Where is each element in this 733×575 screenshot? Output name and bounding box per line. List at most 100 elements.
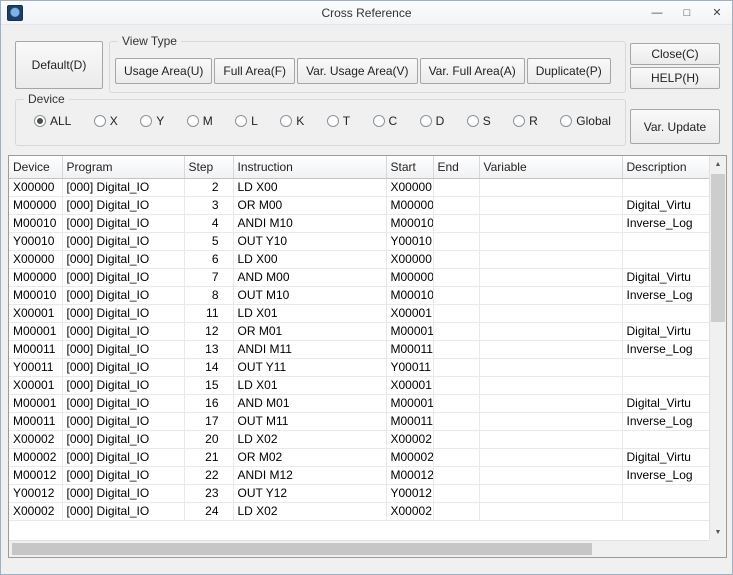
device-radio-d[interactable]: D [420, 114, 445, 128]
view-type-button-usage-area-u[interactable]: Usage Area(U) [115, 58, 212, 84]
table-body: X00000[000] Digital_IO2LD X00X00000M0000… [9, 178, 711, 520]
table-row[interactable]: X00002[000] Digital_IO20LD X02X00002 [9, 430, 711, 448]
view-type-button-duplicate-p[interactable]: Duplicate(P) [527, 58, 611, 84]
cell-program: [000] Digital_IO [62, 250, 184, 268]
minimize-icon[interactable]: — [642, 1, 672, 24]
cell-device: M00002 [9, 448, 62, 466]
device-radio-t[interactable]: T [327, 114, 350, 128]
column-header-variable[interactable]: Variable [479, 156, 622, 178]
cell-variable [479, 430, 622, 448]
cell-step: 12 [184, 322, 233, 340]
default-button[interactable]: Default(D) [15, 41, 103, 89]
table-row[interactable]: Y00012[000] Digital_IO23OUT Y12Y00012 [9, 484, 711, 502]
table-row[interactable]: M00001[000] Digital_IO12OR M01M00001Digi… [9, 322, 711, 340]
table-row[interactable]: M00000[000] Digital_IO7AND M00M00000Digi… [9, 268, 711, 286]
device-radio-y[interactable]: Y [140, 114, 164, 128]
device-radio-r[interactable]: R [513, 114, 538, 128]
help-button[interactable]: HELP(H) [630, 67, 720, 89]
table-row[interactable]: Y00010[000] Digital_IO5OUT Y10Y00010 [9, 232, 711, 250]
cell-step: 11 [184, 304, 233, 322]
table-row[interactable]: X00000[000] Digital_IO2LD X00X00000 [9, 178, 711, 196]
cell-variable [479, 286, 622, 304]
device-radio-label: ALL [50, 114, 71, 128]
device-radio-all[interactable]: ALL [34, 114, 71, 128]
table-row[interactable]: X00000[000] Digital_IO6LD X00X00000 [9, 250, 711, 268]
table-row[interactable]: M00010[000] Digital_IO4ANDI M10M00010Inv… [9, 214, 711, 232]
table-row[interactable]: M00002[000] Digital_IO21OR M02M00002Digi… [9, 448, 711, 466]
view-type-button-full-area-f[interactable]: Full Area(F) [214, 58, 295, 84]
horizontal-scroll-thumb[interactable] [12, 543, 592, 555]
cell-variable [479, 250, 622, 268]
cell-end [433, 358, 479, 376]
cell-program: [000] Digital_IO [62, 178, 184, 196]
cell-variable [479, 232, 622, 250]
device-radio-m[interactable]: M [187, 114, 213, 128]
device-radio-c[interactable]: C [373, 114, 398, 128]
column-header-instruction[interactable]: Instruction [233, 156, 386, 178]
var-update-button[interactable]: Var. Update [630, 109, 720, 144]
column-header-start[interactable]: Start [386, 156, 433, 178]
cell-device: M00000 [9, 268, 62, 286]
view-type-button-var-full-area-a[interactable]: Var. Full Area(A) [420, 58, 525, 84]
cell-device: M00011 [9, 340, 62, 358]
cell-end [433, 322, 479, 340]
table-row[interactable]: M00012[000] Digital_IO22ANDI M12M00012In… [9, 466, 711, 484]
cell-device: X00002 [9, 502, 62, 520]
column-header-description[interactable]: Description [622, 156, 711, 178]
cell-program: [000] Digital_IO [62, 430, 184, 448]
column-header-program[interactable]: Program [62, 156, 184, 178]
cell-start: Y00012 [386, 484, 433, 502]
cell-description: Digital_Virtu [622, 322, 711, 340]
close-icon[interactable]: ✕ [702, 1, 732, 24]
scroll-down-icon[interactable]: ▼ [710, 524, 726, 540]
vertical-scrollbar[interactable]: ▲ ▼ [709, 156, 726, 540]
cell-step: 6 [184, 250, 233, 268]
device-radio-global[interactable]: Global [560, 114, 611, 128]
cell-instruction: ANDI M10 [233, 214, 386, 232]
cell-step: 7 [184, 268, 233, 286]
cell-end [433, 412, 479, 430]
table-row[interactable]: M00001[000] Digital_IO16AND M01M00001Dig… [9, 394, 711, 412]
column-header-step[interactable]: Step [184, 156, 233, 178]
cell-program: [000] Digital_IO [62, 448, 184, 466]
cell-start: M00001 [386, 394, 433, 412]
table-row[interactable]: Y00011[000] Digital_IO14OUT Y11Y00011 [9, 358, 711, 376]
cell-step: 14 [184, 358, 233, 376]
table-row[interactable]: M00000[000] Digital_IO3OR M00M00000Digit… [9, 196, 711, 214]
table-row[interactable]: M00010[000] Digital_IO8OUT M10M00010Inve… [9, 286, 711, 304]
cell-instruction: ANDI M11 [233, 340, 386, 358]
radio-icon [373, 115, 385, 127]
radio-icon [513, 115, 525, 127]
column-header-end[interactable]: End [433, 156, 479, 178]
device-radio-x[interactable]: X [94, 114, 118, 128]
cell-device: M00011 [9, 412, 62, 430]
view-type-button-var-usage-area-v[interactable]: Var. Usage Area(V) [297, 58, 418, 84]
scroll-up-icon[interactable]: ▲ [710, 156, 726, 172]
close-button[interactable]: Close(C) [630, 43, 720, 65]
table-row[interactable]: X00001[000] Digital_IO11LD X01X00001 [9, 304, 711, 322]
cell-end [433, 178, 479, 196]
cell-description [622, 304, 711, 322]
table-row[interactable]: X00002[000] Digital_IO24LD X02X00002 [9, 502, 711, 520]
cell-variable [479, 340, 622, 358]
device-radio-s[interactable]: S [467, 114, 491, 128]
device-radio-label: D [436, 114, 445, 128]
table-row[interactable]: M00011[000] Digital_IO13ANDI M11M00011In… [9, 340, 711, 358]
column-header-device[interactable]: Device [9, 156, 62, 178]
device-radio-label: T [343, 114, 350, 128]
cell-variable [479, 196, 622, 214]
cell-variable [479, 358, 622, 376]
table-row[interactable]: M00011[000] Digital_IO17OUT M11M00011Inv… [9, 412, 711, 430]
maximize-icon[interactable]: □ [672, 1, 702, 24]
cell-program: [000] Digital_IO [62, 286, 184, 304]
titlebar[interactable]: Cross Reference — □ ✕ [1, 1, 732, 25]
device-radio-k[interactable]: K [280, 114, 304, 128]
radio-icon [235, 115, 247, 127]
table-row[interactable]: X00001[000] Digital_IO15LD X01X00001 [9, 376, 711, 394]
cell-instruction: AND M01 [233, 394, 386, 412]
cell-end [433, 448, 479, 466]
vertical-scroll-thumb[interactable] [711, 174, 725, 322]
device-radio-l[interactable]: L [235, 114, 258, 128]
horizontal-scrollbar[interactable] [9, 540, 726, 557]
cell-variable [479, 394, 622, 412]
